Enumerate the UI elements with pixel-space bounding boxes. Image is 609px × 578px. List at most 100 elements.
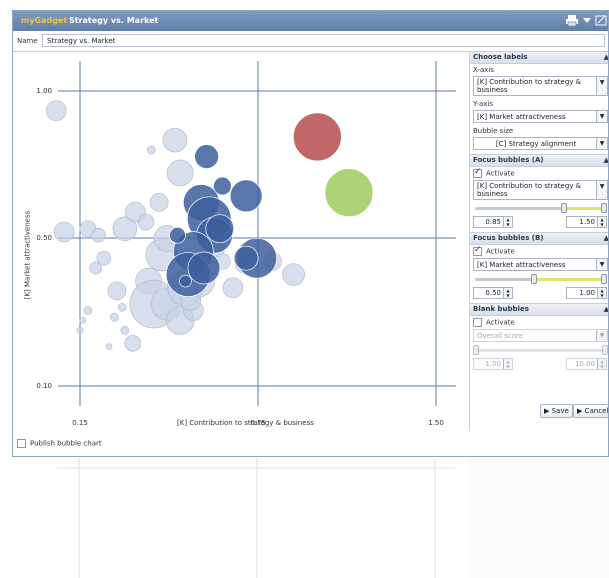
bubble[interactable] bbox=[107, 281, 127, 301]
focus-b-header[interactable]: Focus bubbles (B) ▲ bbox=[470, 232, 608, 245]
publish-row[interactable]: Publish bubble chart bbox=[17, 439, 102, 448]
stepper-icon[interactable]: ▲ ▼ bbox=[503, 217, 512, 227]
focus-b-min-input[interactable]: 0.50 ▲ ▼ bbox=[473, 287, 513, 299]
focus-a-activate-row[interactable]: Activate bbox=[470, 167, 608, 180]
y-tick-label: 0.50 bbox=[36, 234, 52, 242]
dropdown-icon[interactable]: ▼ bbox=[596, 138, 607, 149]
focus-a-header[interactable]: Focus bubbles (A) ▲ bbox=[470, 154, 608, 167]
x-axis-label: X-axis bbox=[473, 66, 494, 74]
cancel-button[interactable]: ▶ Cancel bbox=[573, 404, 608, 418]
bubble[interactable] bbox=[162, 127, 188, 153]
bubble[interactable] bbox=[324, 168, 374, 217]
gadget-window: myGadget Strategy vs. Market Name Strate… bbox=[12, 10, 609, 457]
collapse-icon[interactable]: ▲ bbox=[604, 155, 608, 166]
bubble[interactable] bbox=[166, 159, 194, 187]
bubble[interactable] bbox=[205, 214, 235, 244]
bubble[interactable] bbox=[229, 179, 263, 213]
stepper-icon[interactable]: ▲ ▼ bbox=[503, 359, 512, 369]
blank-range-slider[interactable] bbox=[473, 344, 608, 356]
focus-a-track bbox=[475, 207, 606, 210]
bubble[interactable] bbox=[83, 306, 93, 315]
bubble[interactable] bbox=[76, 326, 84, 334]
blank-activate-checkbox[interactable] bbox=[473, 318, 482, 327]
stepper-icon[interactable]: ▲ ▼ bbox=[597, 288, 606, 298]
focus-b-range-slider[interactable] bbox=[473, 273, 608, 285]
focus-b-min-handle[interactable] bbox=[530, 274, 537, 284]
y-axis-select[interactable]: [K] Market attractiveness ▼ bbox=[473, 110, 608, 123]
focus-a-min-handle[interactable] bbox=[561, 203, 568, 213]
reflection-inner bbox=[12, 458, 609, 578]
dropdown-icon[interactable]: ▼ bbox=[596, 259, 607, 270]
focus-b-field-select[interactable]: [K] Market attractiveness ▼ bbox=[473, 258, 608, 271]
collapse-icon[interactable]: ▲ bbox=[604, 304, 608, 315]
focus-a-min-input[interactable]: 0.85 ▲ ▼ bbox=[473, 216, 513, 228]
publish-label: Publish bubble chart bbox=[30, 439, 102, 448]
bubble-size-select[interactable]: [C] Strategy alignment ▼ bbox=[473, 137, 608, 150]
bubble[interactable] bbox=[79, 317, 86, 324]
bubble[interactable] bbox=[53, 221, 75, 243]
window-reflection bbox=[12, 458, 609, 578]
bubble[interactable] bbox=[194, 144, 219, 169]
collapse-icon[interactable]: ▲ bbox=[604, 52, 608, 63]
focus-a-max-input[interactable]: 1.50 ▲ ▼ bbox=[566, 216, 607, 228]
name-row: Name Strategy vs. Market bbox=[13, 31, 608, 52]
bubble[interactable] bbox=[109, 312, 119, 322]
save-button[interactable]: ▶ Save bbox=[540, 404, 573, 418]
focus-b-activate-checkbox[interactable] bbox=[473, 245, 482, 256]
bubble[interactable] bbox=[146, 145, 156, 155]
bubble[interactable] bbox=[45, 100, 67, 122]
bubble[interactable] bbox=[105, 343, 113, 351]
x-axis-select[interactable]: [K] Contribution to strategy & business ▼ bbox=[473, 76, 608, 96]
bubble-chart: 0.15 0.75 1.50 1.00 0.50 0.10 [K] Market attr… bbox=[13, 51, 468, 429]
publish-checkbox[interactable] bbox=[17, 439, 26, 448]
dropdown-icon[interactable]: ▼ bbox=[596, 181, 607, 199]
blank-max-handle[interactable] bbox=[602, 345, 608, 355]
choose-labels-header[interactable]: Choose labels ▲ bbox=[470, 51, 608, 64]
bubble-chart-svg: 0.15 0.75 1.501.000.500.10 bbox=[36, 61, 456, 427]
focus-b-activate-row[interactable]: Activate bbox=[470, 245, 608, 258]
stepper-icon[interactable]: ▲ ▼ bbox=[597, 359, 606, 369]
focus-a-activate-checkbox[interactable] bbox=[473, 167, 482, 178]
edit-icon[interactable] bbox=[595, 15, 607, 26]
blank-min-input[interactable]: 1.00 ▲ ▼ bbox=[473, 358, 513, 370]
blank-min-handle[interactable] bbox=[473, 345, 479, 355]
collapse-icon[interactable]: ▲ bbox=[604, 233, 608, 244]
bubble[interactable] bbox=[233, 245, 259, 271]
focus-a-range-slider[interactable] bbox=[473, 202, 608, 214]
bubble[interactable] bbox=[96, 250, 112, 266]
y-tick-label: 1.00 bbox=[36, 87, 52, 95]
name-input[interactable]: Strategy vs. Market bbox=[42, 34, 605, 47]
reflection-panel bbox=[468, 458, 609, 578]
dropdown-icon[interactable]: ▼ bbox=[596, 111, 607, 122]
bubble[interactable] bbox=[222, 277, 244, 299]
bubble[interactable] bbox=[282, 263, 305, 286]
reflection-svg bbox=[57, 458, 609, 578]
blank-max-input[interactable]: 10.00 ▲ ▼ bbox=[566, 358, 607, 370]
blank-field-select[interactable]: Overall score ▼ bbox=[473, 329, 608, 342]
blank-bubbles-header[interactable]: Blank bubbles ▲ bbox=[470, 303, 608, 316]
bubble[interactable] bbox=[169, 226, 186, 244]
bubble[interactable] bbox=[137, 213, 155, 231]
chevron-down-icon[interactable] bbox=[581, 15, 593, 26]
focus-b-max-handle[interactable] bbox=[601, 274, 607, 284]
dropdown-icon[interactable]: ▼ bbox=[596, 330, 607, 341]
printer-icon[interactable] bbox=[566, 15, 578, 27]
dropdown-icon[interactable]: ▼ bbox=[596, 77, 607, 95]
bubble[interactable] bbox=[91, 227, 106, 243]
focus-a-max-handle[interactable] bbox=[601, 203, 607, 213]
stepper-icon[interactable]: ▲ ▼ bbox=[597, 217, 606, 227]
bubble[interactable] bbox=[187, 251, 221, 285]
stepper-icon[interactable]: ▲ ▼ bbox=[503, 288, 512, 298]
bubble[interactable] bbox=[149, 193, 169, 212]
x-tick-label: 0.15 bbox=[72, 419, 88, 427]
blank-activate-row[interactable]: Activate bbox=[470, 316, 608, 329]
bubble[interactable] bbox=[117, 302, 127, 312]
bubble[interactable] bbox=[124, 335, 142, 352]
bubble[interactable] bbox=[292, 112, 342, 162]
focus-b-max-input[interactable]: 1.00 ▲ ▼ bbox=[566, 287, 607, 299]
bubble[interactable] bbox=[213, 176, 232, 196]
focus-a-field-select[interactable]: [K] Contribution to strategy & business ▼ bbox=[473, 180, 608, 200]
bubble[interactable] bbox=[120, 325, 130, 335]
name-label: Name bbox=[17, 37, 38, 45]
bubble[interactable] bbox=[179, 274, 192, 288]
